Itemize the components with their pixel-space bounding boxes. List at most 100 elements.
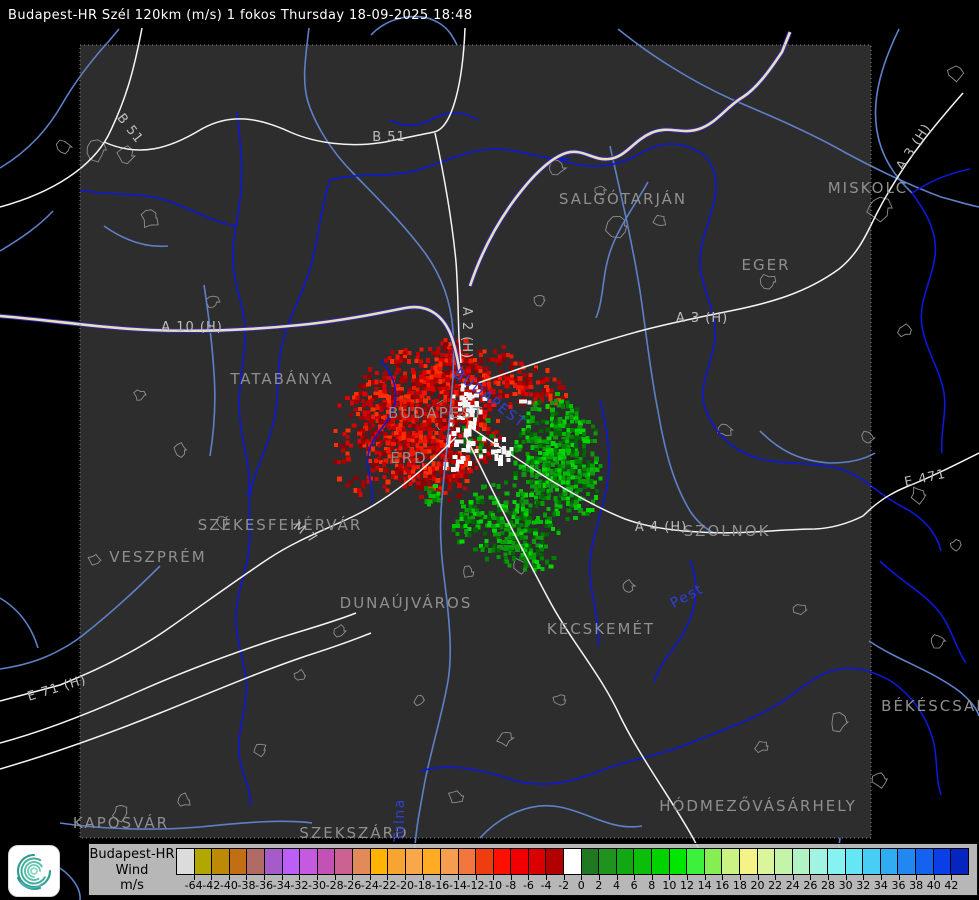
echo-cell bbox=[477, 349, 482, 354]
echo-cell bbox=[523, 567, 528, 572]
echo-cell bbox=[445, 478, 449, 483]
echo-cell bbox=[353, 476, 359, 480]
echo-cell bbox=[455, 532, 460, 537]
echo-cell bbox=[455, 523, 460, 528]
echo-cell bbox=[483, 442, 488, 447]
legend-swatch bbox=[774, 849, 792, 874]
echo-cell bbox=[443, 426, 448, 431]
echo-cell bbox=[593, 456, 599, 462]
echo-cell bbox=[436, 491, 441, 496]
city-label: KAPOSVÁR bbox=[73, 813, 169, 832]
echo-cell bbox=[401, 436, 406, 441]
echo-cell bbox=[358, 443, 363, 449]
echo-cell bbox=[503, 540, 508, 545]
echo-cell bbox=[468, 469, 473, 474]
legend-swatch bbox=[334, 849, 352, 874]
echo-cell bbox=[595, 488, 599, 493]
echo-cell bbox=[385, 488, 390, 493]
echo-cell bbox=[338, 443, 343, 448]
echo-cell bbox=[574, 407, 580, 412]
echo-cell bbox=[397, 427, 402, 432]
echo-cell bbox=[443, 490, 448, 495]
echo-cell bbox=[504, 384, 510, 389]
settlement-outline bbox=[950, 538, 962, 552]
echo-cell bbox=[486, 451, 491, 457]
echo-cell bbox=[362, 391, 368, 397]
echo-cell bbox=[545, 472, 550, 477]
echo-cell bbox=[540, 380, 546, 385]
echo-cell bbox=[570, 435, 575, 439]
echo-cell bbox=[472, 527, 478, 533]
echo-cell bbox=[377, 443, 382, 448]
echo-cell bbox=[426, 386, 432, 391]
echo-cell bbox=[493, 349, 498, 354]
echo-cell bbox=[451, 430, 457, 436]
echo-cell bbox=[479, 495, 484, 500]
echo-cell bbox=[463, 515, 468, 521]
echo-cell bbox=[565, 516, 570, 521]
echo-cell bbox=[460, 500, 465, 504]
colorbar-tick-label: 0 bbox=[577, 879, 585, 892]
colorbar-tick-label: -22 bbox=[378, 879, 397, 892]
colorbar-tick-label: -42 bbox=[202, 879, 221, 892]
echo-cell bbox=[358, 415, 364, 420]
echo-cell bbox=[511, 551, 516, 556]
echo-cell bbox=[495, 418, 500, 423]
echo-cell bbox=[547, 492, 551, 497]
echo-cell bbox=[452, 523, 456, 528]
echo-cell bbox=[501, 437, 506, 443]
echo-cell bbox=[391, 438, 396, 443]
echo-cell bbox=[422, 370, 427, 376]
echo-cell bbox=[496, 381, 501, 387]
echo-cell bbox=[519, 531, 524, 536]
echo-cell bbox=[478, 454, 483, 459]
echo-cell bbox=[365, 439, 370, 444]
echo-cell bbox=[395, 354, 400, 360]
echo-cell bbox=[459, 395, 465, 401]
echo-cell bbox=[534, 447, 539, 452]
echo-cell bbox=[513, 476, 518, 480]
echo-cell bbox=[411, 478, 416, 483]
echo-cell bbox=[381, 405, 386, 409]
echo-cell bbox=[452, 455, 458, 460]
echo-cell bbox=[557, 427, 563, 432]
echo-cell bbox=[394, 370, 399, 375]
colorbar-tick-label: -4 bbox=[540, 879, 552, 892]
echo-cell bbox=[431, 435, 436, 440]
echo-cell bbox=[561, 432, 566, 437]
echo-cell bbox=[428, 347, 432, 352]
echo-cell bbox=[535, 500, 541, 505]
echo-cell bbox=[456, 459, 460, 464]
echo-cell bbox=[509, 365, 515, 371]
echo-cell bbox=[537, 443, 542, 448]
colorbar-tick-label: 32 bbox=[856, 879, 871, 892]
echo-cell bbox=[480, 547, 485, 553]
echo-cell bbox=[523, 535, 528, 540]
echo-cell bbox=[577, 424, 583, 429]
echo-cell bbox=[566, 464, 571, 469]
colorbar-tick-label: 26 bbox=[803, 879, 818, 892]
echo-cell bbox=[430, 439, 435, 445]
echo-cell bbox=[557, 417, 563, 421]
echo-cell bbox=[557, 500, 562, 505]
echo-cell bbox=[445, 385, 450, 390]
echo-cell bbox=[431, 445, 436, 451]
echo-cell bbox=[525, 385, 529, 390]
echo-cell bbox=[529, 472, 534, 478]
echo-cell bbox=[536, 380, 541, 385]
echo-cell bbox=[375, 406, 380, 411]
echo-cell bbox=[512, 392, 518, 397]
legend-swatch bbox=[177, 849, 194, 874]
road-label: A 4 (H) bbox=[635, 520, 687, 535]
echo-cell bbox=[477, 437, 483, 442]
echo-cell bbox=[585, 512, 590, 516]
echo-cell bbox=[594, 467, 600, 472]
echo-cell bbox=[370, 407, 376, 412]
echo-cell bbox=[418, 434, 423, 440]
road-label: E 71 (H) bbox=[26, 673, 89, 705]
echo-cell bbox=[453, 443, 459, 448]
echo-cell bbox=[487, 446, 492, 451]
echo-cell bbox=[436, 442, 440, 447]
echo-cell bbox=[465, 448, 471, 453]
echo-cell bbox=[517, 369, 522, 374]
